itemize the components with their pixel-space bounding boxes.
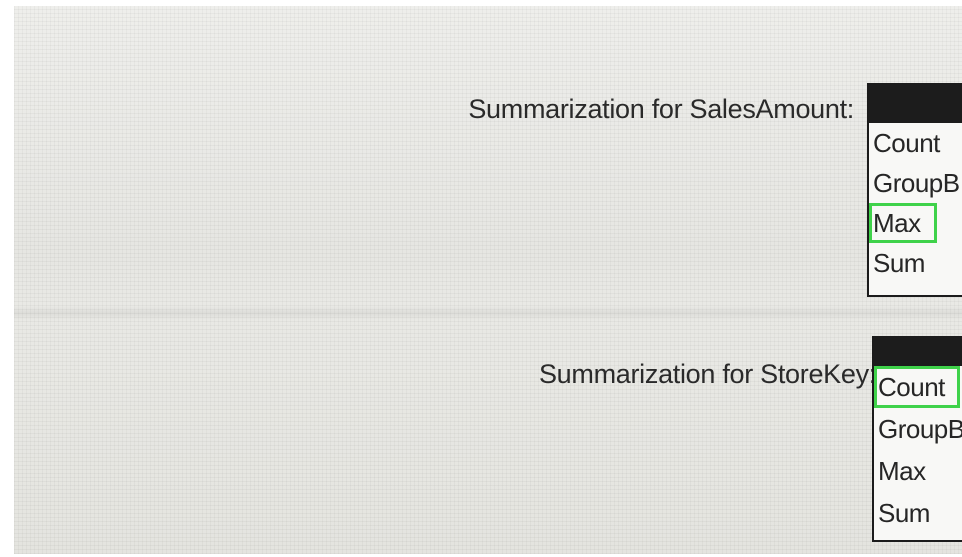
store-key-summarization-dropdown[interactable]: Count GroupB Max Sum [872,336,962,542]
dropdown-header[interactable] [874,336,962,366]
option-max[interactable]: Max [874,450,962,492]
option-sum[interactable]: Sum [869,243,962,283]
store-key-label: Summarization for StoreKey: [538,359,876,389]
screen-photo: Summarization for SalesAmount: Count Gro… [14,6,962,554]
option-count-selected[interactable]: Count [874,366,960,408]
dropdown-header[interactable] [869,83,962,123]
option-max-selected[interactable]: Max [869,203,937,243]
dropdown-options: Count GroupB Max Sum [869,123,962,283]
sales-amount-label: Summarization for SalesAmount: [468,94,854,124]
option-sum[interactable]: Sum [874,492,962,534]
option-count[interactable]: Count [869,123,962,163]
band-divider [14,306,962,320]
sales-amount-summarization-dropdown[interactable]: Count GroupB Max Sum [867,83,962,297]
dropdown-options: Count GroupB Max Sum [874,366,962,534]
option-groupby[interactable]: GroupB [869,163,962,203]
option-groupby[interactable]: GroupB [874,408,962,450]
